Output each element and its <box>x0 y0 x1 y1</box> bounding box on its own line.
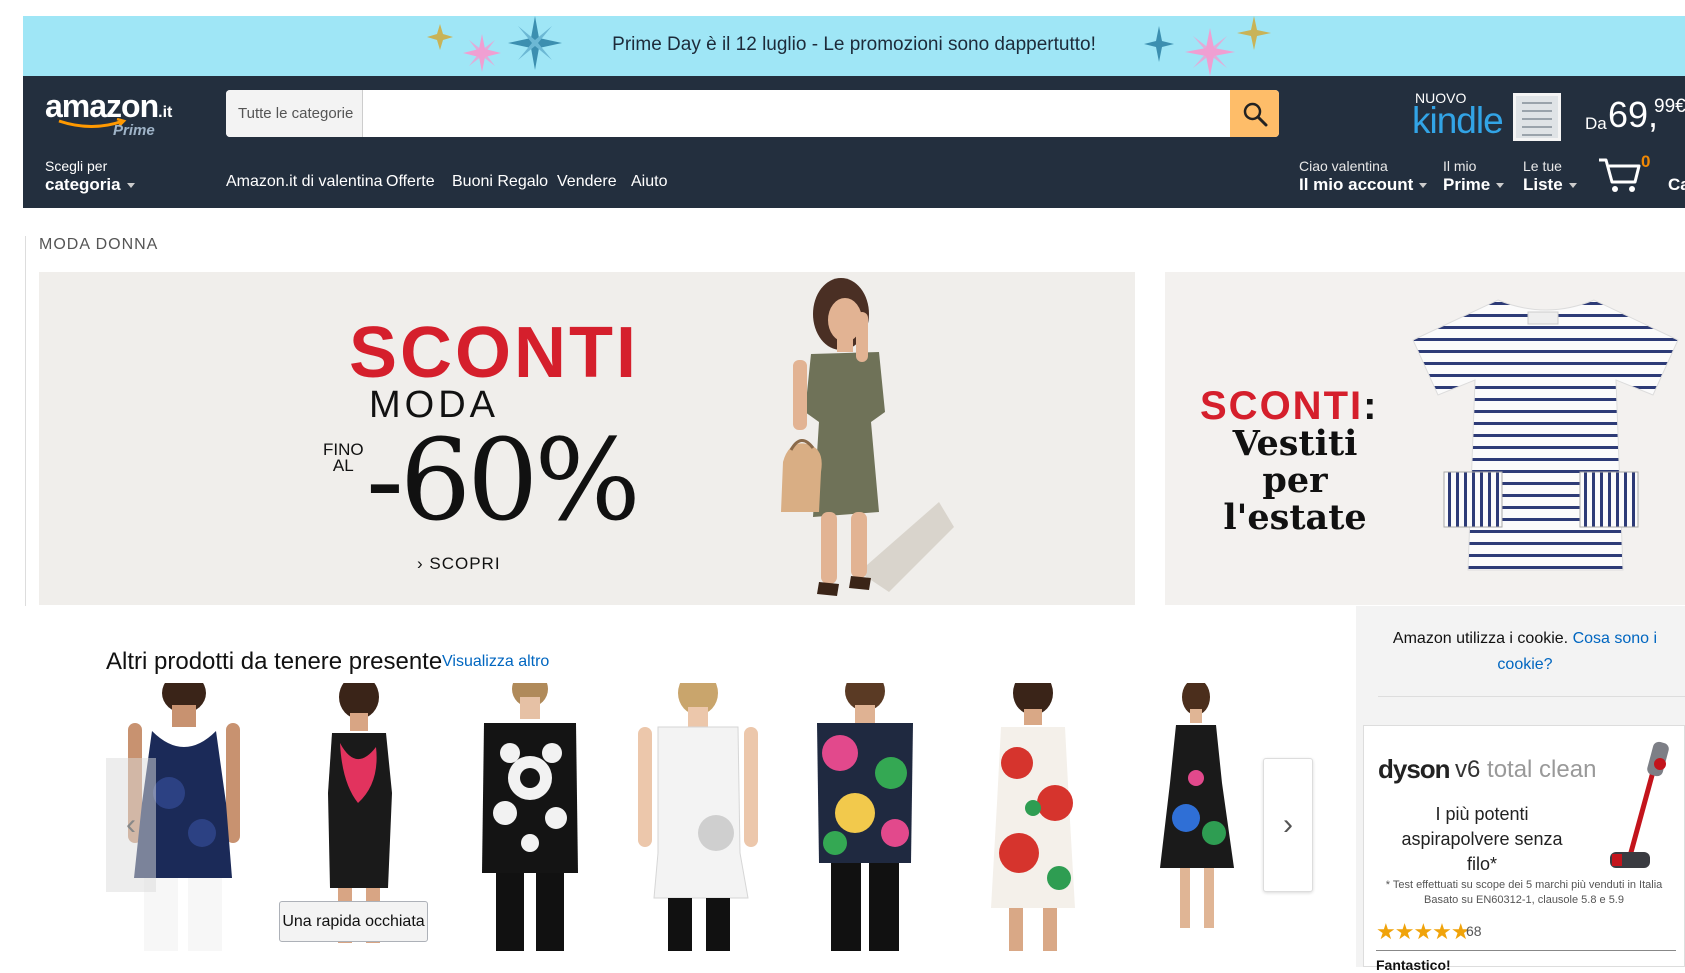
lists-menu-label[interactable]: Le tue <box>1523 158 1562 174</box>
product-image <box>817 683 913 951</box>
chevron-left-icon: ‹ <box>126 808 136 841</box>
search-button[interactable] <box>1230 90 1279 137</box>
product-image <box>482 683 578 951</box>
kindle-wordmark[interactable]: kindle <box>1412 100 1504 142</box>
nav-link-sell[interactable]: Vendere <box>557 173 617 191</box>
hero-cta[interactable]: › SCOPRI <box>417 554 501 574</box>
view-more-link[interactable]: Visualizza altro <box>442 653 549 671</box>
kindle-device-image[interactable] <box>1513 93 1561 141</box>
ad-model: v6 total clean <box>1455 756 1597 783</box>
chevron-right-icon: › <box>1283 808 1293 841</box>
caret-down-icon <box>1419 183 1428 189</box>
dyson-ad[interactable]: dyson v6 total clean I più potenti aspir… <box>1363 725 1685 973</box>
related-products-title: Altri prodotti da tenere presente <box>106 648 443 675</box>
search-bar: Tutte le categorie <box>226 90 1279 137</box>
model-photo <box>781 278 954 596</box>
summer-dresses-banner[interactable]: SCONTI: Vestiti per l'estate <box>1165 272 1685 605</box>
kindle-price-prefix: Da <box>1585 114 1607 133</box>
product-card-7[interactable] <box>1130 683 1270 951</box>
hero-fino-al: FINO AL <box>323 440 364 475</box>
caret-down-icon <box>1496 183 1505 189</box>
prime-menu-label[interactable]: Il mio <box>1443 158 1476 174</box>
product-image <box>638 683 758 951</box>
kindle-price[interactable]: 69, <box>1608 94 1658 136</box>
nav-link-personal-store[interactable]: Amazon.it di valentina <box>226 173 383 191</box>
hero-banner-fashion-sale[interactable]: SCONTI MODA FINO AL -60% › SCOPRI <box>39 272 1135 605</box>
product-card-4[interactable] <box>628 683 768 951</box>
caret-down-icon <box>1568 183 1577 189</box>
category-menu[interactable]: categoria <box>45 175 135 195</box>
cart-count: 0 <box>1641 152 1651 171</box>
hero-discount: -60% <box>366 416 641 546</box>
amazon-logo[interactable]: amazon.it Prime <box>45 88 185 139</box>
ad-headline: I più potenti aspirapolvere senza filo* <box>1401 804 1563 874</box>
kindle-price-cents: 99€ <box>1654 96 1685 117</box>
nav-link-gift-cards[interactable]: Buoni Regalo <box>452 173 548 191</box>
quick-look-button[interactable]: Una rapida occhiata <box>279 901 428 942</box>
category-menu-label[interactable]: Scegli per <box>45 158 107 174</box>
product-card-5[interactable] <box>795 683 935 951</box>
carousel-next-button[interactable]: › <box>1263 758 1313 892</box>
product-card-3[interactable] <box>460 683 600 951</box>
search-input[interactable] <box>363 90 1218 137</box>
section-divider <box>25 236 26 606</box>
vacuum-product-image <box>1610 741 1669 868</box>
cart-label[interactable]: Carrello <box>1668 175 1685 195</box>
lists-menu[interactable]: Liste <box>1523 175 1577 195</box>
search-icon <box>1243 102 1267 126</box>
star-rating-icon[interactable]: ★★★★★ <box>1376 919 1471 945</box>
promo-text: Prime Day è il 12 luglio - Le promozioni… <box>612 34 1096 55</box>
side-banner-subtitle: Vestiti per l'estate <box>1223 423 1367 538</box>
rail-divider <box>1378 696 1685 697</box>
prime-day-banner[interactable]: Prime Day è il 12 luglio - Le promozioni… <box>23 16 1685 76</box>
account-menu[interactable]: Il mio account <box>1299 175 1428 195</box>
prime-menu[interactable]: Prime <box>1443 175 1505 195</box>
nav-link-offers[interactable]: Offerte <box>386 173 435 191</box>
cookie-notice: Amazon utilizza i cookie. Cosa sono i co… <box>1392 630 1658 673</box>
section-title: MODA DONNA <box>39 236 159 253</box>
hero-headline: SCONTI <box>348 313 639 393</box>
main-header: amazon.it Prime Tutte le categorie NUOVO… <box>23 76 1685 208</box>
account-greeting[interactable]: Ciao valentina <box>1299 158 1388 174</box>
striped-dress-photo <box>1412 299 1679 571</box>
search-category-dropdown[interactable]: Tutte le categorie <box>226 90 363 137</box>
ad-divider <box>1376 950 1676 951</box>
cart-icon[interactable] <box>1597 154 1641 194</box>
ad-fine-print: * Test effettuati su scope dei 5 marchi … <box>1385 879 1663 906</box>
review-count[interactable]: 68 <box>1466 923 1482 939</box>
product-image <box>991 683 1075 951</box>
caret-down-icon <box>126 183 135 189</box>
product-image <box>1160 683 1234 928</box>
ad-brand: dyson <box>1378 754 1451 784</box>
review-title: Fantastico! <box>1376 957 1451 973</box>
carousel-prev-button[interactable]: ‹ <box>106 758 156 892</box>
product-card-6[interactable] <box>963 683 1103 951</box>
nav-link-help[interactable]: Aiuto <box>631 173 667 191</box>
